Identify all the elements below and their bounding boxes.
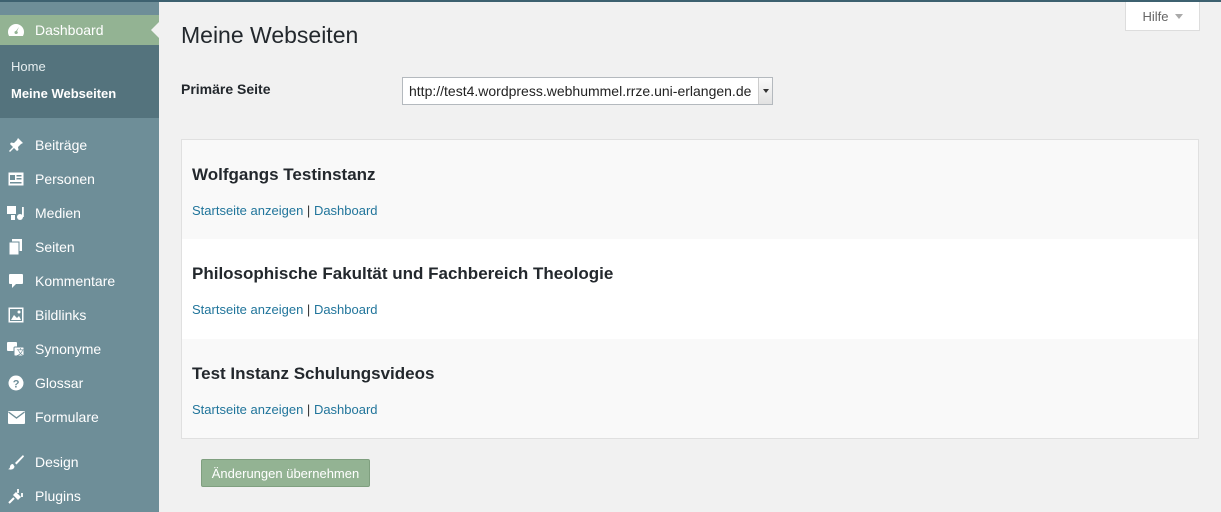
sidebar-item-glossar[interactable]: ? Glossar (0, 366, 159, 400)
sidebar-item-label: Kommentare (35, 273, 116, 289)
primary-site-label: Primäre Seite (181, 81, 271, 97)
sites-list: Wolfgangs Testinstanz Startseite anzeige… (181, 139, 1199, 439)
site-row: Test Instanz Schulungsvideos Startseite … (182, 339, 1198, 438)
sidebar-item-seiten[interactable]: Seiten (0, 230, 159, 264)
svg-text:?: ? (13, 379, 20, 391)
sidebar-item-label: Design (35, 454, 79, 470)
sidebar-item-dashboard[interactable]: Dashboard (0, 15, 159, 45)
link-separator: | (306, 401, 311, 417)
select-arrow-icon (758, 78, 772, 104)
chevron-down-icon (1174, 13, 1183, 19)
media-icon (7, 204, 25, 222)
site-row: Wolfgangs Testinstanz Startseite anzeige… (182, 140, 1198, 239)
save-changes-button[interactable]: Änderungen übernehmen (201, 459, 370, 487)
sidebar-item-personen[interactable]: Personen (0, 162, 159, 196)
view-site-link[interactable]: Startseite anzeigen (192, 302, 303, 317)
brush-icon (7, 453, 25, 471)
admin-sidebar: Dashboard Home Meine Webseiten Beiträge … (0, 2, 159, 512)
pushpin-icon (7, 136, 25, 154)
help-tab[interactable]: Hilfe (1125, 2, 1200, 31)
sidebar-item-label: Formulare (35, 409, 99, 425)
dashboard-link[interactable]: Dashboard (314, 402, 378, 417)
sidebar-item-label: Personen (35, 171, 95, 187)
sidebar-item-label: Medien (35, 205, 81, 221)
sidebar-item-synonyme[interactable]: 文 Synonyme (0, 332, 159, 366)
submenu-item-home[interactable]: Home (0, 53, 159, 80)
comment-icon (7, 272, 25, 290)
help-circle-icon: ? (7, 374, 25, 392)
pages-icon (7, 238, 25, 256)
dashboard-link[interactable]: Dashboard (314, 203, 378, 218)
sidebar-item-label: Glossar (35, 375, 84, 391)
sidebar-item-medien[interactable]: Medien (0, 196, 159, 230)
view-site-link[interactable]: Startseite anzeigen (192, 402, 303, 417)
image-icon (7, 306, 25, 324)
translate-icon: 文 (7, 340, 25, 358)
sidebar-item-plugins[interactable]: Plugins (0, 479, 159, 512)
main-content: Meine Webseiten Hilfe Primäre Seite http… (159, 2, 1221, 512)
help-label: Hilfe (1142, 8, 1169, 24)
site-row: Philosophische Fakultät und Fachbereich … (182, 239, 1198, 339)
sidebar-item-beitraege[interactable]: Beiträge (0, 128, 159, 162)
site-title: Wolfgangs Testinstanz (192, 165, 376, 184)
sidebar-item-label: Synonyme (35, 341, 102, 357)
sidebar-item-label: Seiten (35, 239, 75, 255)
sidebar-item-label: Dashboard (35, 22, 104, 38)
sidebar-item-kommentare[interactable]: Kommentare (0, 264, 159, 298)
primary-site-value: http://test4.wordpress.webhummel.rrze.un… (409, 83, 752, 99)
site-title: Philosophische Fakultät und Fachbereich … (192, 264, 614, 284)
primary-site-select[interactable]: http://test4.wordpress.webhummel.rrze.un… (402, 77, 773, 105)
site-links: Startseite anzeigen | Dashboard (192, 302, 378, 317)
dashboard-link[interactable]: Dashboard (314, 302, 378, 317)
sidebar-item-design[interactable]: Design (0, 445, 159, 479)
site-links: Startseite anzeigen | Dashboard (192, 402, 378, 417)
envelope-icon (7, 408, 25, 426)
sidebar-item-formulare[interactable]: Formulare (0, 400, 159, 434)
sidebar-item-bildlinks[interactable]: Bildlinks (0, 298, 159, 332)
plug-icon (7, 487, 25, 505)
submenu-item-meine-webseiten[interactable]: Meine Webseiten (0, 80, 159, 107)
id-card-icon (7, 170, 25, 188)
sidebar-item-label: Beiträge (35, 137, 88, 153)
dashboard-submenu: Home Meine Webseiten (0, 45, 159, 118)
sidebar-item-label: Bildlinks (35, 307, 87, 323)
site-title: Test Instanz Schulungsvideos (192, 363, 435, 383)
dashboard-icon (7, 21, 25, 39)
view-site-link[interactable]: Startseite anzeigen (192, 203, 303, 218)
site-links: Startseite anzeigen | Dashboard (192, 203, 378, 218)
link-separator: | (306, 203, 311, 218)
link-separator: | (306, 302, 311, 318)
page-title: Meine Webseiten (181, 22, 359, 48)
svg-text:文: 文 (17, 347, 25, 357)
sidebar-item-label: Plugins (35, 488, 81, 504)
